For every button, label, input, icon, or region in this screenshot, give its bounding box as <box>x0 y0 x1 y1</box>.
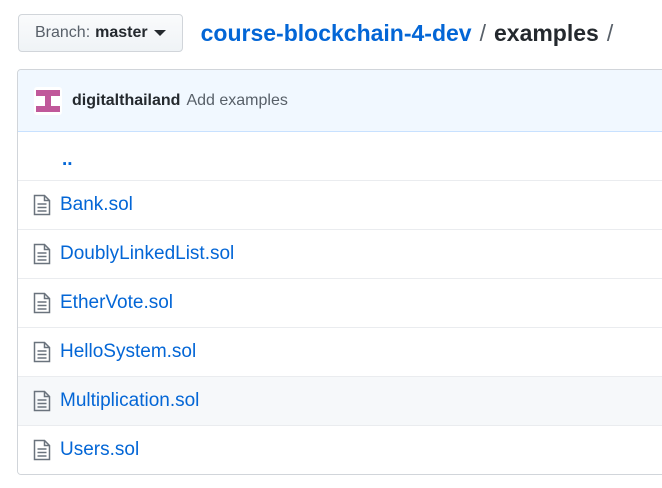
file-icon <box>33 390 51 412</box>
parent-directory-link[interactable]: .. <box>62 149 73 171</box>
file-link[interactable]: Bank.sol <box>60 194 133 216</box>
file-icon <box>33 292 51 314</box>
file-row[interactable]: HelloSystem.sol <box>18 327 662 376</box>
file-link[interactable]: Users.sol <box>60 439 139 461</box>
file-row[interactable]: Multiplication.sol <box>18 376 662 425</box>
file-link[interactable]: EtherVote.sol <box>60 292 173 314</box>
parent-directory-row[interactable]: .. <box>18 132 662 180</box>
file-link[interactable]: Multiplication.sol <box>60 390 199 412</box>
breadcrumb-repo-link[interactable]: course-blockchain-4-dev <box>201 20 472 47</box>
file-row[interactable]: Users.sol <box>18 425 662 474</box>
commit-message-link[interactable]: Add examples <box>186 92 287 110</box>
file-row[interactable]: Bank.sol <box>18 180 662 229</box>
latest-commit-bar: digitalthailand Add examples <box>18 70 662 132</box>
commit-author-link[interactable]: digitalthailand <box>72 92 180 110</box>
branch-select-button[interactable]: Branch: master <box>18 14 183 52</box>
breadcrumb-separator: / <box>479 19 486 46</box>
file-row[interactable]: DoublyLinkedList.sol <box>18 229 662 278</box>
file-list: digitalthailand Add examples .. Bank.sol… <box>17 69 662 475</box>
caret-down-icon <box>153 30 166 36</box>
breadcrumb-current-folder: examples <box>493 19 599 46</box>
breadcrumb: course-blockchain-4-dev / examples / <box>201 20 622 47</box>
branch-prefix-label: Branch: <box>35 24 91 41</box>
branch-name: master <box>95 24 148 41</box>
avatar[interactable] <box>34 86 62 115</box>
file-row[interactable]: EtherVote.sol <box>18 278 662 327</box>
breadcrumb-trailing-separator: / <box>606 19 614 46</box>
file-icon <box>33 243 51 265</box>
file-link[interactable]: HelloSystem.sol <box>60 341 196 363</box>
file-navigation: Branch: master course-blockchain-4-dev /… <box>18 13 621 53</box>
file-icon <box>33 194 51 216</box>
file-link[interactable]: DoublyLinkedList.sol <box>60 243 234 265</box>
file-icon <box>33 341 51 363</box>
file-icon <box>33 439 51 461</box>
